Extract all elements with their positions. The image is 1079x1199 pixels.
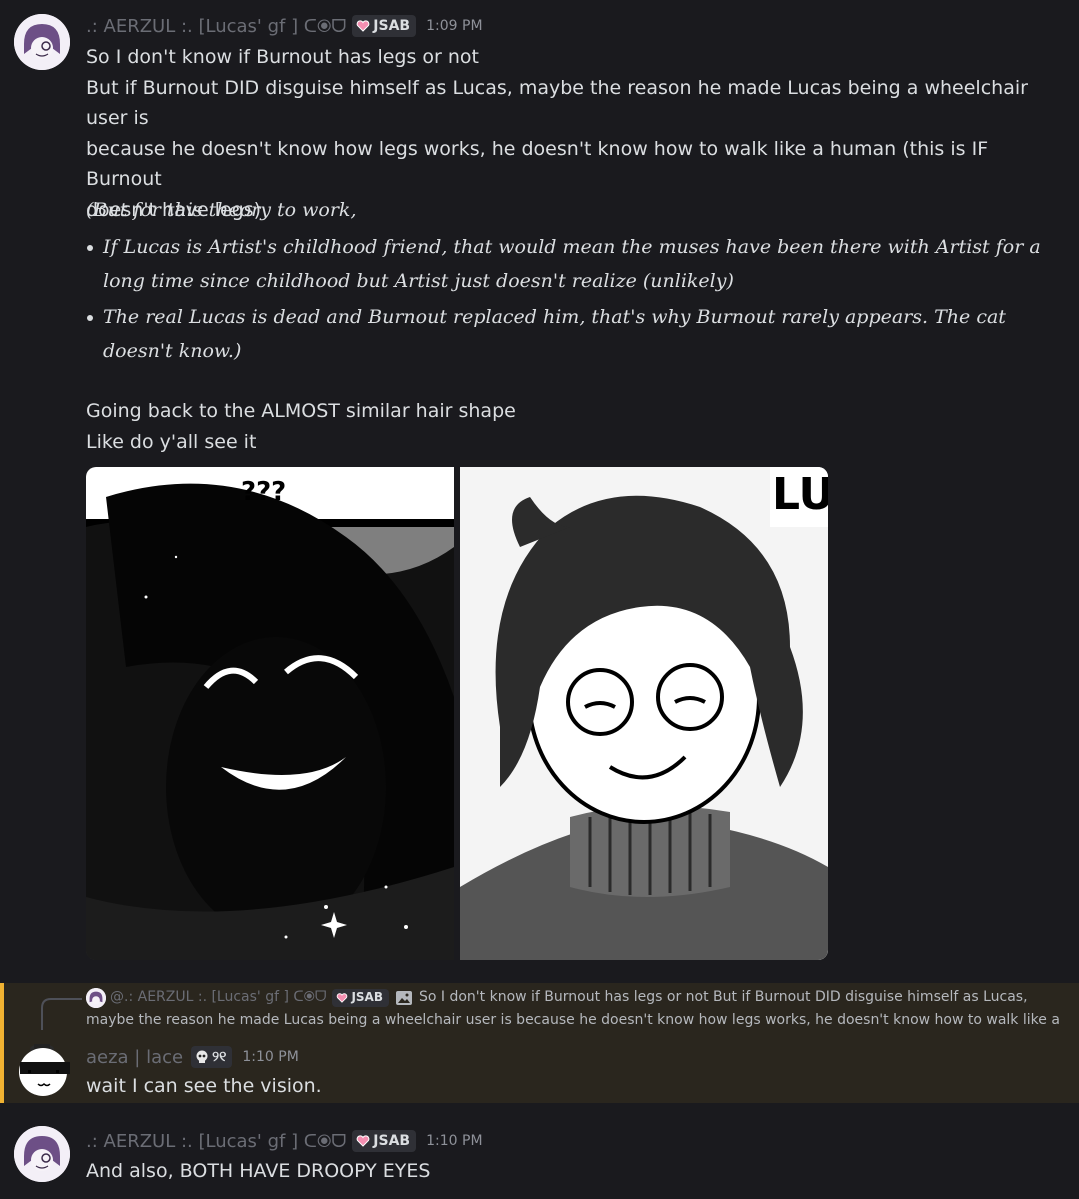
- message-line: Like do y'all see it: [86, 430, 257, 453]
- reply-preview-text-cont: maybe the reason he made Lucas being a w…: [86, 1012, 1060, 1028]
- message-header: .: AERZUL :. [Lucas' gf ] ᑕ⦿ᗜ JSAB 1:10 …: [86, 1130, 483, 1152]
- avatar-art: [14, 14, 70, 70]
- heart-icon: [356, 20, 370, 32]
- message-body-continued: Going back to the ALMOST similar hair sh…: [86, 396, 516, 457]
- lucas-image: [460, 467, 828, 960]
- user-avatar[interactable]: [14, 14, 70, 70]
- clan-tag-label: ୨୧: [212, 1049, 227, 1065]
- bullet-list: If Lucas is Artist's childhood friend, t…: [86, 231, 1061, 371]
- clan-tag[interactable]: ୨୧: [191, 1046, 233, 1068]
- clan-tag-label: JSAB: [351, 990, 383, 1004]
- message-header: .: AERZUL :. [Lucas' gf ] ᑕ⦿ᗜ JSAB 1:09 …: [86, 15, 483, 37]
- message-body: wait I can see the vision.: [86, 1075, 322, 1097]
- avatar-art: [86, 987, 106, 1008]
- image-caption: ???: [241, 477, 287, 507]
- image-caption: LU: [772, 469, 828, 520]
- clan-tag[interactable]: JSAB: [352, 1130, 417, 1152]
- timestamp[interactable]: 1:10 PM: [426, 1133, 482, 1149]
- reply-preview-text: So I don't know if Burnout has legs or n…: [419, 989, 1028, 1005]
- burnout-image: [86, 467, 454, 960]
- message-line: because he doesn't know how legs works, …: [86, 137, 989, 191]
- timestamp[interactable]: 1:10 PM: [242, 1049, 298, 1065]
- user-avatar[interactable]: [14, 1040, 70, 1096]
- skull-icon: [196, 1050, 208, 1063]
- heart-icon: [356, 1135, 370, 1147]
- message-line: But if Burnout DID disguise himself as L…: [86, 76, 1028, 130]
- reply-avatar: [86, 987, 106, 1008]
- message-line: So I don't know if Burnout has legs or n…: [86, 46, 479, 68]
- user-avatar[interactable]: [14, 1126, 70, 1182]
- author-name[interactable]: .: AERZUL :. [Lucas' gf ] ᑕ⦿ᗜ: [86, 16, 346, 37]
- clan-tag-label: JSAB: [373, 1133, 411, 1149]
- clan-tag: JSAB: [332, 988, 389, 1007]
- italic-intro: (But for this theory to work,: [86, 199, 357, 221]
- bullet-item: The real Lucas is dead and Burnout repla…: [86, 301, 1061, 368]
- message-body: And also, BOTH HAVE DROOPY EYES: [86, 1160, 431, 1182]
- avatar-art: [14, 1126, 70, 1182]
- clan-tag-label: JSAB: [373, 18, 411, 34]
- timestamp[interactable]: 1:09 PM: [426, 18, 482, 34]
- bullet-item: If Lucas is Artist's childhood friend, t…: [86, 231, 1061, 298]
- author-name[interactable]: .: AERZUL :. [Lucas' gf ] ᑕ⦿ᗜ: [86, 1131, 346, 1152]
- clan-tag[interactable]: JSAB: [352, 15, 417, 37]
- image-attachment-lucas[interactable]: LU: [460, 467, 828, 960]
- message-line: Going back to the ALMOST similar hair sh…: [86, 400, 516, 422]
- image-attachment-burnout[interactable]: ???: [86, 467, 454, 960]
- heart-icon: [337, 992, 348, 1003]
- author-name[interactable]: aeza | lace: [86, 1047, 183, 1068]
- avatar-art: [19, 1044, 70, 1096]
- reply-connector-icon: [41, 998, 82, 1030]
- image-attachment-icon: [396, 990, 412, 1005]
- message-header: aeza | lace ୨୧ 1:10 PM: [86, 1046, 299, 1068]
- reply-author[interactable]: @.: AERZUL :. [Lucas' gf ] ᑕ⦿ᗜ: [110, 986, 326, 1009]
- reply-preview[interactable]: @.: AERZUL :. [Lucas' gf ] ᑕ⦿ᗜ JSAB So I…: [86, 986, 1061, 1032]
